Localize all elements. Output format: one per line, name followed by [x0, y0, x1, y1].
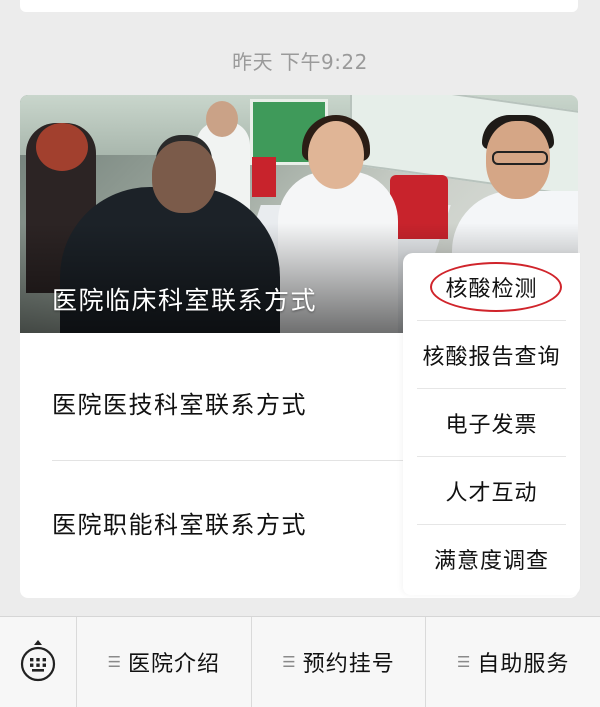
- hamburger-icon: ☰: [456, 653, 472, 671]
- keyboard-toggle-button[interactable]: [0, 617, 77, 707]
- menu-item-label: 满意度调查: [433, 548, 549, 574]
- menu-item-nucleic-acid-report[interactable]: 核酸报告查询: [417, 320, 566, 388]
- hamburger-icon: ☰: [107, 653, 123, 671]
- hamburger-icon: ☰: [282, 653, 297, 671]
- bottom-menu-bar: ☰ 医院介绍 ☰ 预约挂号 ☰ 自助服务: [0, 616, 600, 707]
- article-item-functional[interactable]: 医院职能科室联系方式: [52, 505, 432, 540]
- keyboard-icon: [18, 638, 58, 686]
- menu-item-talent[interactable]: 人才互动: [417, 456, 566, 524]
- menu-item-label: 核酸检测: [445, 276, 538, 302]
- self-service-popup-menu: 核酸检测 核酸报告查询 电子发票 人才互动 满意度调查: [403, 253, 580, 595]
- menu-item-label: 电子发票: [445, 412, 538, 438]
- previous-message-card: [20, 0, 578, 12]
- menu-item-label: 核酸报告查询: [422, 344, 561, 370]
- article-item-medical-tech[interactable]: 医院医技科室联系方式: [52, 385, 432, 420]
- tab-label: 自助服务: [477, 652, 570, 677]
- tab-appointment[interactable]: ☰ 预约挂号: [250, 617, 426, 707]
- cover-title[interactable]: 医院临床科室联系方式: [52, 281, 317, 317]
- tab-label: 医院介绍: [128, 652, 221, 677]
- menu-item-label: 人才互动: [445, 480, 538, 506]
- menu-item-nucleic-acid-test[interactable]: 核酸检测: [417, 253, 566, 320]
- tab-label: 预约挂号: [302, 652, 395, 677]
- menu-item-e-invoice[interactable]: 电子发票: [417, 388, 566, 456]
- menu-item-satisfaction-survey[interactable]: 满意度调查: [417, 524, 566, 592]
- tab-hospital-intro[interactable]: ☰ 医院介绍: [77, 617, 251, 707]
- tab-self-service[interactable]: ☰ 自助服务: [425, 617, 600, 707]
- chat-timestamp: 昨天 下午9:22: [232, 50, 368, 74]
- divider: [52, 460, 432, 461]
- cover-image-chair: [252, 157, 276, 197]
